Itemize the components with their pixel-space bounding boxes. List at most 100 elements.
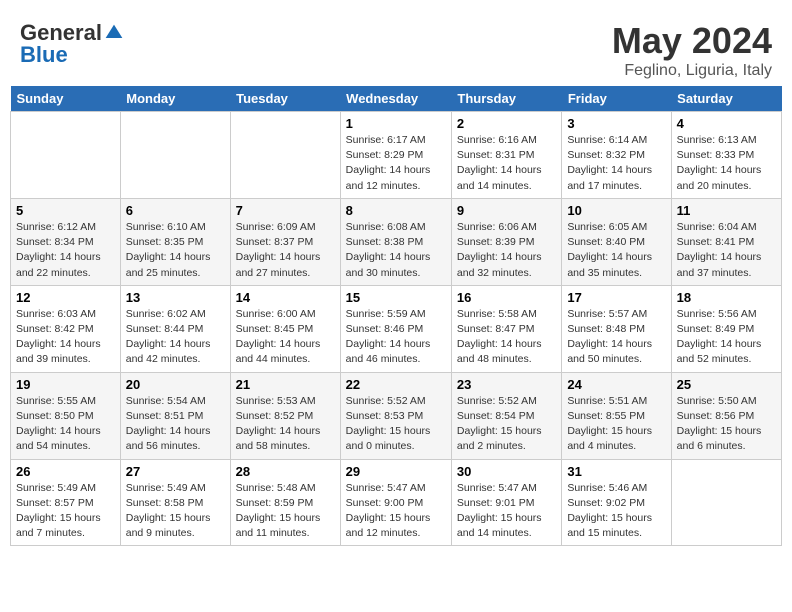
day-number: 23 [457,377,556,392]
day-info: Sunrise: 5:48 AMSunset: 8:59 PMDaylight:… [236,481,335,542]
day-number: 2 [457,116,556,131]
day-info: Sunrise: 6:09 AMSunset: 8:37 PMDaylight:… [236,220,335,281]
day-info: Sunrise: 6:16 AMSunset: 8:31 PMDaylight:… [457,133,556,194]
day-info: Sunrise: 6:06 AMSunset: 8:39 PMDaylight:… [457,220,556,281]
day-number: 8 [346,203,446,218]
day-info: Sunrise: 5:55 AMSunset: 8:50 PMDaylight:… [16,394,115,455]
calendar-cell: 15 Sunrise: 5:59 AMSunset: 8:46 PMDayligh… [340,285,451,372]
calendar-cell [230,112,340,199]
day-info: Sunrise: 5:49 AMSunset: 8:57 PMDaylight:… [16,481,115,542]
day-info: Sunrise: 5:53 AMSunset: 8:52 PMDaylight:… [236,394,335,455]
day-info: Sunrise: 6:10 AMSunset: 8:35 PMDaylight:… [126,220,225,281]
calendar-cell [11,112,121,199]
day-info: Sunrise: 6:02 AMSunset: 8:44 PMDaylight:… [126,307,225,368]
calendar-week-row: 26 Sunrise: 5:49 AMSunset: 8:57 PMDayligh… [11,459,782,546]
day-number: 24 [567,377,665,392]
calendar-cell: 10 Sunrise: 6:05 AMSunset: 8:40 PMDayligh… [562,198,671,285]
day-number: 19 [16,377,115,392]
day-info: Sunrise: 5:56 AMSunset: 8:49 PMDaylight:… [677,307,776,368]
day-info: Sunrise: 5:47 AMSunset: 9:01 PMDaylight:… [457,481,556,542]
day-info: Sunrise: 6:17 AMSunset: 8:29 PMDaylight:… [346,133,446,194]
day-number: 6 [126,203,225,218]
day-number: 5 [16,203,115,218]
day-number: 21 [236,377,335,392]
calendar-cell: 23 Sunrise: 5:52 AMSunset: 8:54 PMDayligh… [451,372,561,459]
calendar-cell: 2 Sunrise: 6:16 AMSunset: 8:31 PMDaylight… [451,112,561,199]
weekday-header-cell: Friday [562,86,671,112]
weekday-header-cell: Thursday [451,86,561,112]
day-number: 9 [457,203,556,218]
day-number: 11 [677,203,776,218]
day-info: Sunrise: 5:58 AMSunset: 8:47 PMDaylight:… [457,307,556,368]
calendar-cell: 14Sunrise: 6:00 AMSunset: 8:45 PMDayligh… [230,285,340,372]
day-number: 3 [567,116,665,131]
calendar-cell: 31 Sunrise: 5:46 AMSunset: 9:02 PMDayligh… [562,459,671,546]
day-info: Sunrise: 6:14 AMSunset: 8:32 PMDaylight:… [567,133,665,194]
day-info: Sunrise: 6:08 AMSunset: 8:38 PMDaylight:… [346,220,446,281]
day-info: Sunrise: 5:57 AMSunset: 8:48 PMDaylight:… [567,307,665,368]
page-header: General Blue May 2024 Feglino, Liguria, … [10,10,782,86]
calendar-cell: 25 Sunrise: 5:50 AMSunset: 8:56 PMDayligh… [671,372,781,459]
day-info: Sunrise: 5:51 AMSunset: 8:55 PMDaylight:… [567,394,665,455]
day-number: 29 [346,464,446,479]
day-number: 4 [677,116,776,131]
calendar-cell: 28 Sunrise: 5:48 AMSunset: 8:59 PMDayligh… [230,459,340,546]
calendar-cell: 8 Sunrise: 6:08 AMSunset: 8:38 PMDaylight… [340,198,451,285]
day-number: 7 [236,203,335,218]
weekday-header-cell: Wednesday [340,86,451,112]
calendar-week-row: 12Sunrise: 6:03 AMSunset: 8:42 PMDayligh… [11,285,782,372]
day-info: Sunrise: 5:52 AMSunset: 8:54 PMDaylight:… [457,394,556,455]
day-number: 13 [126,290,225,305]
weekday-header-cell: Monday [120,86,230,112]
calendar-cell: 11Sunrise: 6:04 AMSunset: 8:41 PMDayligh… [671,198,781,285]
day-number: 12 [16,290,115,305]
calendar-cell: 19 Sunrise: 5:55 AMSunset: 8:50 PMDayligh… [11,372,121,459]
calendar-body: 1 Sunrise: 6:17 AMSunset: 8:29 PMDaylight… [11,112,782,546]
day-number: 16 [457,290,556,305]
location-title: Feglino, Liguria, Italy [612,62,772,80]
calendar-cell: 13 Sunrise: 6:02 AMSunset: 8:44 PMDayligh… [120,285,230,372]
calendar-cell: 26 Sunrise: 5:49 AMSunset: 8:57 PMDayligh… [11,459,121,546]
day-info: Sunrise: 5:54 AMSunset: 8:51 PMDaylight:… [126,394,225,455]
weekday-header-cell: Tuesday [230,86,340,112]
day-number: 26 [16,464,115,479]
calendar-cell: 21 Sunrise: 5:53 AMSunset: 8:52 PMDayligh… [230,372,340,459]
day-info: Sunrise: 5:49 AMSunset: 8:58 PMDaylight:… [126,481,225,542]
day-info: Sunrise: 5:50 AMSunset: 8:56 PMDaylight:… [677,394,776,455]
day-number: 28 [236,464,335,479]
calendar-cell: 27 Sunrise: 5:49 AMSunset: 8:58 PMDayligh… [120,459,230,546]
day-number: 17 [567,290,665,305]
day-number: 25 [677,377,776,392]
calendar-table: SundayMondayTuesdayWednesdayThursdayFrid… [10,86,782,546]
calendar-cell: 4 Sunrise: 6:13 AMSunset: 8:33 PMDaylight… [671,112,781,199]
calendar-cell: 6 Sunrise: 6:10 AMSunset: 8:35 PMDaylight… [120,198,230,285]
day-number: 15 [346,290,446,305]
day-info: Sunrise: 6:05 AMSunset: 8:40 PMDaylight:… [567,220,665,281]
calendar-week-row: 19 Sunrise: 5:55 AMSunset: 8:50 PMDayligh… [11,372,782,459]
day-number: 18 [677,290,776,305]
day-number: 20 [126,377,225,392]
calendar-cell: 16 Sunrise: 5:58 AMSunset: 8:47 PMDayligh… [451,285,561,372]
logo-blue: Blue [20,42,68,67]
day-info: Sunrise: 6:12 AMSunset: 8:34 PMDaylight:… [16,220,115,281]
calendar-cell: 3 Sunrise: 6:14 AMSunset: 8:32 PMDaylight… [562,112,671,199]
calendar-cell: 20 Sunrise: 5:54 AMSunset: 8:51 PMDayligh… [120,372,230,459]
logo-icon [104,23,124,43]
day-number: 27 [126,464,225,479]
day-info: Sunrise: 6:13 AMSunset: 8:33 PMDaylight:… [677,133,776,194]
calendar-cell [120,112,230,199]
logo: General Blue [20,20,124,68]
weekday-header-row: SundayMondayTuesdayWednesdayThursdayFrid… [11,86,782,112]
day-number: 10 [567,203,665,218]
day-number: 31 [567,464,665,479]
calendar-cell: 24 Sunrise: 5:51 AMSunset: 8:55 PMDayligh… [562,372,671,459]
day-info: Sunrise: 5:59 AMSunset: 8:46 PMDaylight:… [346,307,446,368]
day-info: Sunrise: 5:52 AMSunset: 8:53 PMDaylight:… [346,394,446,455]
day-info: Sunrise: 5:47 AMSunset: 9:00 PMDaylight:… [346,481,446,542]
day-number: 14 [236,290,335,305]
day-info: Sunrise: 5:46 AMSunset: 9:02 PMDaylight:… [567,481,665,542]
calendar-week-row: 1 Sunrise: 6:17 AMSunset: 8:29 PMDaylight… [11,112,782,199]
calendar-cell: 9 Sunrise: 6:06 AMSunset: 8:39 PMDaylight… [451,198,561,285]
calendar-cell: 5 Sunrise: 6:12 AMSunset: 8:34 PMDaylight… [11,198,121,285]
day-number: 1 [346,116,446,131]
